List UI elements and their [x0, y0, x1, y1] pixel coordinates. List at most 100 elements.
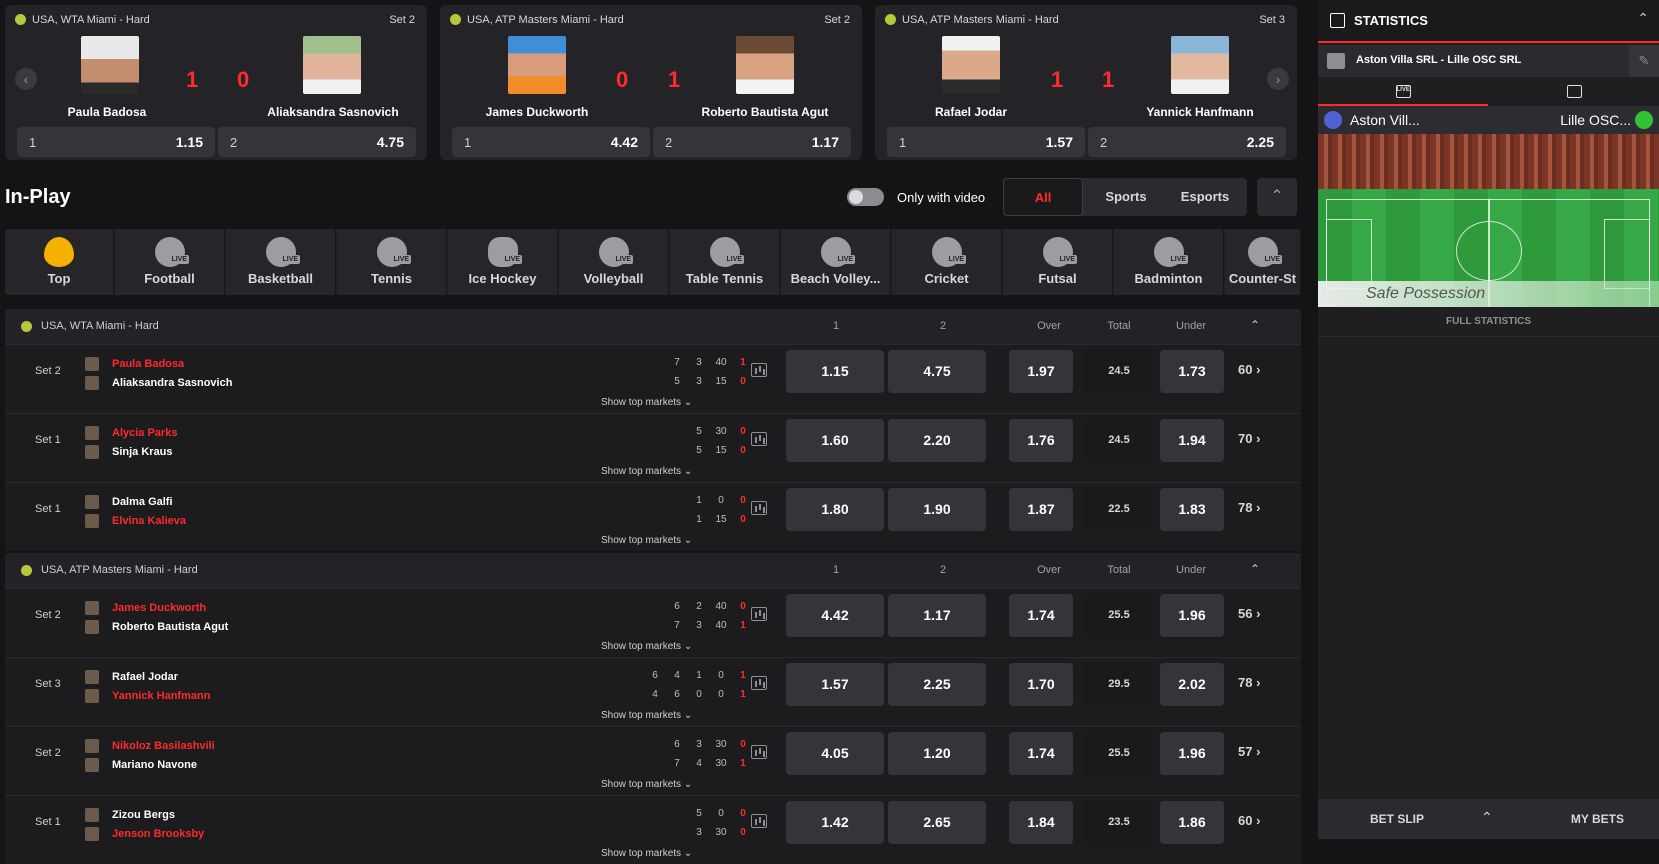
more-markets-button[interactable]: 78 › [1238, 500, 1260, 515]
show-top-markets-link[interactable]: Show top markets ⌄ [601, 641, 692, 652]
odds-button[interactable]: 1.90 [888, 488, 986, 531]
sport-counter-strike[interactable]: LIVE Counter-St [1225, 229, 1301, 295]
odds-button[interactable]: 1.74 [1009, 732, 1073, 775]
stats-chart-icon[interactable] [751, 607, 767, 621]
odds-button[interactable]: 2.25 [888, 663, 986, 706]
odds-button[interactable]: 1.84 [1009, 801, 1073, 844]
odds-button[interactable]: 1.86 [1160, 801, 1224, 844]
sport-badminton[interactable]: LIVE Badminton [1114, 229, 1224, 295]
odds-button[interactable]: 1.20 [888, 732, 986, 775]
bet-slip-button[interactable]: BET SLIP [1370, 812, 1424, 826]
sport-top[interactable]: Top [5, 229, 114, 295]
odds-button[interactable]: 4.42 [786, 594, 884, 637]
match-card[interactable]: USA, ATP Masters Miami - Hard Set 3 Rafae… [875, 5, 1297, 160]
odds-button[interactable]: 1 1.57 [887, 127, 1085, 157]
event-row[interactable]: Set 1 Dalma Galfi 1 0 0 Elvina Kalieva 1 15 0 1.8… [5, 482, 1301, 551]
tab-stats[interactable] [1489, 78, 1659, 106]
sport-football[interactable]: LIVE Football [115, 229, 225, 295]
sport-beach-volley[interactable]: LIVE Beach Volley... [781, 229, 891, 295]
event-row[interactable]: Set 1 Alycia Parks 5 30 0 Sinja Kraus 5 15 0 1.60… [5, 413, 1301, 482]
sport-futsal[interactable]: LIVE Futsal [1003, 229, 1113, 295]
odds-button[interactable]: 1.74 [1009, 594, 1073, 637]
odds-button[interactable]: 1.60 [786, 419, 884, 462]
filter-all[interactable]: All [1003, 178, 1083, 216]
more-markets-button[interactable]: 57 › [1238, 744, 1260, 759]
more-markets-button[interactable]: 60 › [1238, 362, 1260, 377]
stats-chart-icon[interactable] [751, 501, 767, 515]
sport-cricket[interactable]: LIVE Cricket [892, 229, 1002, 295]
show-top-markets-link[interactable]: Show top markets ⌄ [601, 779, 692, 790]
event-row[interactable]: Set 2 Nikoloz Basilashvili 6 3 30 0 Mariano Na… [5, 726, 1301, 795]
odds-button[interactable]: 1 1.15 [17, 127, 215, 157]
odds-button[interactable]: 4.05 [786, 732, 884, 775]
odds-button[interactable]: 1.94 [1160, 419, 1224, 462]
chevron-up-icon[interactable]: ⌃ [1637, 10, 1649, 27]
odds-button[interactable]: 2.20 [888, 419, 986, 462]
odds-button[interactable]: 1.15 [786, 350, 884, 393]
chevron-up-icon[interactable]: ⌃ [1250, 318, 1260, 332]
more-markets-button[interactable]: 60 › [1238, 813, 1260, 828]
odds-button[interactable]: 1.76 [1009, 419, 1073, 462]
player: James Duckworth [85, 601, 206, 615]
match-selector[interactable]: Aston Villa SRL - Lille OSC SRL ✎ [1318, 45, 1659, 77]
odds-button[interactable]: 1.70 [1009, 663, 1073, 706]
odds-button[interactable]: 2 2.25 [1088, 127, 1286, 157]
odds-button[interactable]: 1.80 [786, 488, 884, 531]
filter-esports[interactable]: Esports [1166, 178, 1244, 216]
video-toggle[interactable] [847, 188, 884, 206]
collapse-icon[interactable]: ⌃ [1257, 178, 1297, 216]
more-markets-button[interactable]: 56 › [1238, 606, 1260, 621]
odds-button[interactable]: 1.42 [786, 801, 884, 844]
sport-ice-hockey[interactable]: LIVE Ice Hockey [448, 229, 558, 295]
sport-label: Beach Volley... [790, 271, 881, 286]
event-row[interactable]: Set 2 Paula Badosa 7 3 40 1 Aliaksandra Sasnov… [5, 344, 1301, 413]
prev-arrow-icon[interactable]: ‹ [15, 68, 37, 90]
stats-chart-icon[interactable] [751, 676, 767, 690]
more-markets-button[interactable]: 78 › [1238, 675, 1260, 690]
match-tracker[interactable]: Safe Possession [1318, 134, 1659, 307]
show-top-markets-link[interactable]: Show top markets ⌄ [601, 466, 692, 477]
statistics-header[interactable]: STATISTICS ⌃ [1318, 0, 1659, 43]
odds-button[interactable]: 2 1.17 [653, 127, 851, 157]
show-top-markets-link[interactable]: Show top markets ⌄ [601, 848, 692, 859]
odds-button[interactable]: 2.02 [1160, 663, 1224, 706]
filter-sports[interactable]: Sports [1088, 178, 1164, 216]
odds-button[interactable]: 1.17 [888, 594, 986, 637]
stats-chart-icon[interactable] [751, 363, 767, 377]
odds-button[interactable]: 2.65 [888, 801, 986, 844]
show-top-markets-link[interactable]: Show top markets ⌄ [601, 535, 692, 546]
match-card[interactable]: USA, WTA Miami - Hard Set 2 Paula Badosa … [5, 5, 427, 160]
odds-button[interactable]: 1.83 [1160, 488, 1224, 531]
chevron-up-icon[interactable]: ⌃ [1250, 562, 1260, 576]
show-top-markets-link[interactable]: Show top markets ⌄ [601, 397, 692, 408]
odds-button[interactable]: 4.75 [888, 350, 986, 393]
sport-tennis[interactable]: LIVE Tennis [337, 229, 447, 295]
more-markets-button[interactable]: 70 › [1238, 431, 1260, 446]
event-row[interactable]: Set 1 Zizou Bergs 5 0 0 Jenson Brooksby 3 30 0 1.… [5, 795, 1301, 864]
odds-button[interactable]: 1.97 [1009, 350, 1073, 393]
show-top-markets-link[interactable]: Show top markets ⌄ [601, 710, 692, 721]
match-card[interactable]: USA, ATP Masters Miami - Hard Set 2 James… [440, 5, 862, 160]
sport-basketball[interactable]: LIVE Basketball [226, 229, 336, 295]
full-statistics-link[interactable]: FULL STATISTICS [1318, 307, 1659, 337]
chevron-up-icon[interactable]: ⌃ [1481, 809, 1493, 826]
odds-button[interactable]: 1 4.42 [452, 127, 650, 157]
event-row[interactable]: Set 3 Rafael Jodar 6 4 1 0 1 Yannick Hanfmann 4 6… [5, 657, 1301, 726]
next-arrow-icon[interactable]: › [1267, 68, 1289, 90]
odds-button[interactable]: 1.96 [1160, 732, 1224, 775]
pin-icon[interactable]: ✎ [1629, 45, 1659, 77]
stats-chart-icon[interactable] [751, 432, 767, 446]
my-bets-button[interactable]: MY BETS [1571, 812, 1624, 826]
odds-button[interactable]: 1.57 [786, 663, 884, 706]
stats-chart-icon[interactable] [751, 814, 767, 828]
sport-table-tennis[interactable]: LIVE Table Tennis [670, 229, 780, 295]
sport-volleyball[interactable]: LIVE Volleyball [559, 229, 669, 295]
event-row[interactable]: Set 2 James Duckworth 6 2 40 0 Roberto Bautist… [5, 588, 1301, 657]
odds-button[interactable]: 1.73 [1160, 350, 1224, 393]
stats-chart-icon[interactable] [751, 745, 767, 759]
tab-live[interactable]: LIVE [1318, 78, 1488, 106]
player-avatar [85, 514, 99, 528]
odds-button[interactable]: 2 4.75 [218, 127, 416, 157]
odds-button[interactable]: 1.87 [1009, 488, 1073, 531]
odds-button[interactable]: 1.96 [1160, 594, 1224, 637]
